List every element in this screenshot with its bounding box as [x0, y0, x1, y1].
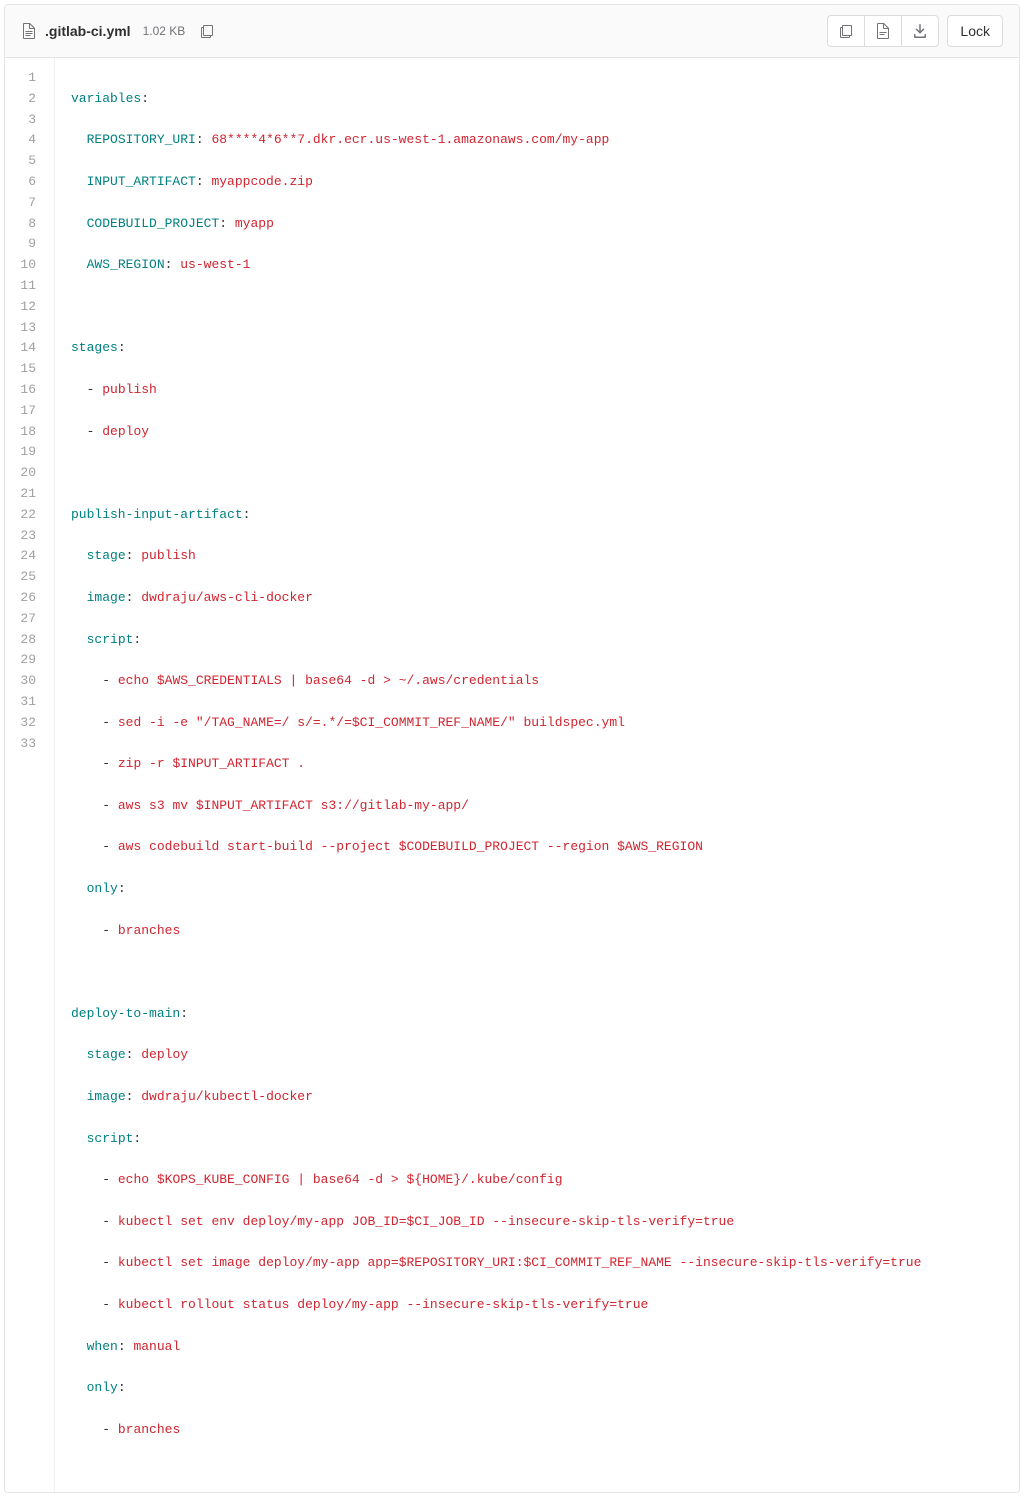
yaml-value: dwdraju/kubectl-docker — [141, 1089, 313, 1104]
yaml-value: aws codebuild start-build --project $COD… — [118, 839, 703, 854]
yaml-key: stage — [87, 548, 126, 563]
yaml-key: stages — [71, 340, 118, 355]
open-raw-button[interactable] — [864, 15, 902, 47]
yaml-value: sed -i -e "/TAG_NAME=/ s/=.*/=$CI_COMMIT… — [118, 715, 625, 730]
yaml-value: manual — [133, 1339, 180, 1354]
yaml-value: myapp — [235, 216, 274, 231]
yaml-value: branches — [118, 923, 180, 938]
line-number[interactable]: 10 — [5, 255, 44, 276]
line-number[interactable]: 14 — [5, 338, 44, 359]
yaml-value: echo $AWS_CREDENTIALS | base64 -d > ~/.a… — [118, 673, 539, 688]
copy-contents-button[interactable] — [827, 15, 865, 47]
line-number[interactable]: 7 — [5, 193, 44, 214]
yaml-value: aws s3 mv $INPUT_ARTIFACT s3://gitlab-my… — [118, 798, 469, 813]
line-number[interactable]: 33 — [5, 734, 44, 755]
line-number[interactable]: 9 — [5, 234, 44, 255]
yaml-value: echo $KOPS_KUBE_CONFIG | base64 -d > ${H… — [118, 1172, 563, 1187]
yaml-value: deploy — [141, 1047, 188, 1062]
yaml-value: myappcode.zip — [211, 174, 312, 189]
yaml-key: deploy-to-main — [71, 1006, 180, 1021]
yaml-value: zip -r $INPUT_ARTIFACT . — [118, 756, 305, 771]
file-title-bar: .gitlab-ci.yml 1.02 KB Lock — [5, 5, 1019, 58]
yaml-value: dwdraju/aws-cli-docker — [141, 590, 313, 605]
line-number[interactable]: 2 — [5, 89, 44, 110]
line-number[interactable]: 22 — [5, 505, 44, 526]
yaml-key: image — [87, 1089, 126, 1104]
line-number[interactable]: 19 — [5, 442, 44, 463]
code-content[interactable]: variables: REPOSITORY_URI: 68****4*6**7.… — [55, 58, 1019, 1492]
yaml-value: publish — [141, 548, 196, 563]
yaml-key: stage — [87, 1047, 126, 1062]
yaml-key: only — [87, 1380, 118, 1395]
document-icon — [21, 23, 37, 39]
copy-path-icon[interactable] — [199, 23, 215, 39]
yaml-key: INPUT_ARTIFACT — [87, 174, 196, 189]
file-size: 1.02 KB — [143, 24, 186, 38]
line-number[interactable]: 32 — [5, 713, 44, 734]
download-button[interactable] — [901, 15, 939, 47]
yaml-key: REPOSITORY_URI — [87, 132, 196, 147]
lock-button[interactable]: Lock — [947, 15, 1003, 47]
yaml-value: kubectl set image deploy/my-app app=$REP… — [118, 1255, 922, 1270]
line-number[interactable]: 30 — [5, 671, 44, 692]
doc-text-icon — [875, 23, 891, 39]
code-container: 1234567891011121314151617181920212223242… — [5, 58, 1019, 1492]
line-number[interactable]: 15 — [5, 359, 44, 380]
line-number[interactable]: 31 — [5, 692, 44, 713]
yaml-value: us-west-1 — [180, 257, 250, 272]
file-action-group — [827, 15, 939, 47]
line-number[interactable]: 18 — [5, 422, 44, 443]
yaml-value: deploy — [102, 424, 149, 439]
line-number[interactable]: 3 — [5, 110, 44, 131]
line-number[interactable]: 20 — [5, 463, 44, 484]
yaml-key: only — [87, 881, 118, 896]
yaml-value: kubectl rollout status deploy/my-app --i… — [118, 1297, 649, 1312]
yaml-key: script — [87, 1131, 134, 1146]
line-number[interactable]: 24 — [5, 546, 44, 567]
yaml-key: when — [87, 1339, 118, 1354]
yaml-key: image — [87, 590, 126, 605]
line-number[interactable]: 13 — [5, 318, 44, 339]
download-icon — [912, 23, 928, 39]
line-number[interactable]: 12 — [5, 297, 44, 318]
yaml-value: branches — [118, 1422, 180, 1437]
line-number[interactable]: 28 — [5, 630, 44, 651]
line-number[interactable]: 4 — [5, 130, 44, 151]
yaml-value: publish — [102, 382, 157, 397]
yaml-value: 68****4*6**7.dkr.ecr.us-west-1.amazonaws… — [211, 132, 609, 147]
duplicate-icon — [838, 23, 854, 39]
line-number[interactable]: 6 — [5, 172, 44, 193]
file-name: .gitlab-ci.yml — [45, 23, 131, 39]
yaml-key: AWS_REGION — [87, 257, 165, 272]
yaml-key: CODEBUILD_PROJECT — [87, 216, 220, 231]
line-number[interactable]: 17 — [5, 401, 44, 422]
line-number[interactable]: 26 — [5, 588, 44, 609]
file-actions: Lock — [827, 15, 1003, 47]
line-number[interactable]: 27 — [5, 609, 44, 630]
line-numbers-gutter: 1234567891011121314151617181920212223242… — [5, 58, 55, 1492]
yaml-key: publish-input-artifact — [71, 507, 243, 522]
line-number[interactable]: 11 — [5, 276, 44, 297]
line-number[interactable]: 8 — [5, 214, 44, 235]
line-number[interactable]: 25 — [5, 567, 44, 588]
yaml-key: script — [87, 632, 134, 647]
line-number[interactable]: 1 — [5, 68, 44, 89]
line-number[interactable]: 21 — [5, 484, 44, 505]
file-holder: .gitlab-ci.yml 1.02 KB Lock 123456789101… — [4, 4, 1020, 1493]
line-number[interactable]: 5 — [5, 151, 44, 172]
line-number[interactable]: 23 — [5, 526, 44, 547]
line-number[interactable]: 16 — [5, 380, 44, 401]
line-number[interactable]: 29 — [5, 650, 44, 671]
file-title-left: .gitlab-ci.yml 1.02 KB — [21, 23, 215, 39]
yaml-key: variables — [71, 91, 141, 106]
yaml-value: kubectl set env deploy/my-app JOB_ID=$CI… — [118, 1214, 734, 1229]
